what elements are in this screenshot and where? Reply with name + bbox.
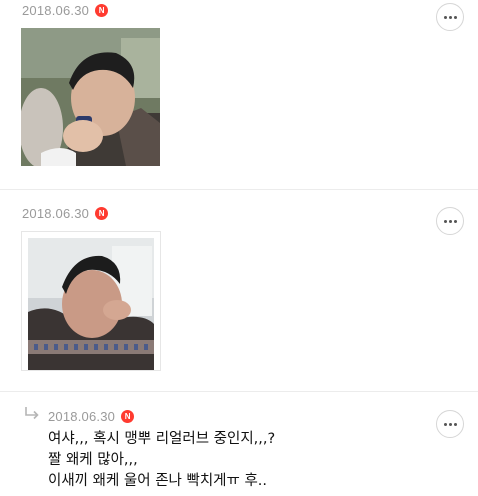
comment-date: 2018.06.30 xyxy=(22,206,90,221)
comment-image[interactable] xyxy=(21,28,160,166)
more-icon xyxy=(443,219,457,223)
more-options-button[interactable] xyxy=(436,3,464,31)
comment-line: 짤 왜케 많아,,, xyxy=(48,452,138,468)
new-badge: N xyxy=(95,207,109,220)
comment-line: 이새끼 왜케 울어 존나 빡치게ㅠ 후.. xyxy=(48,473,268,489)
comment-date: 2018.06.30 xyxy=(22,3,90,18)
photo-icon xyxy=(28,238,154,370)
comment-meta: 2018.06.30 N xyxy=(22,3,109,18)
more-options-button[interactable] xyxy=(436,410,464,438)
divider xyxy=(0,189,478,190)
reply-arrow-icon xyxy=(25,407,39,420)
more-icon xyxy=(443,422,457,426)
photo-icon xyxy=(21,28,160,166)
more-icon xyxy=(443,15,457,19)
comment-meta: 2018.06.30 N xyxy=(22,206,109,221)
comment-image[interactable] xyxy=(21,231,161,371)
new-badge: N xyxy=(95,4,109,17)
new-badge: N xyxy=(121,410,135,423)
more-options-button[interactable] xyxy=(436,207,464,235)
comment-line: 여샤,,, 혹시 맹뿌 리얼러브 중인지,,,? xyxy=(48,431,276,447)
comment-date: 2018.06.30 xyxy=(48,409,116,424)
divider xyxy=(0,391,478,392)
comment-meta: 2018.06.30 N xyxy=(48,409,135,424)
comment-text: 여샤,,, 혹시 맹뿌 리얼러브 중인지,,,? 짤 왜케 많아,,, 이새끼 … xyxy=(48,429,275,492)
